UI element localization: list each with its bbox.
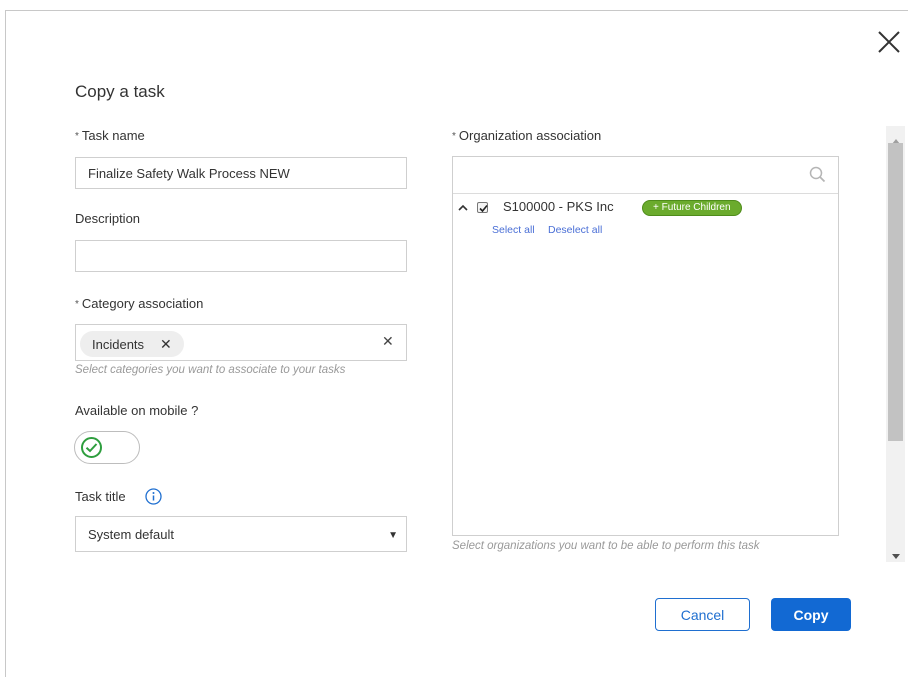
task-name-label-text: Task name [81, 128, 145, 143]
category-label: * Category association [75, 296, 203, 311]
chevron-up-icon[interactable] [457, 201, 469, 219]
dialog-border-top [5, 10, 908, 11]
task-title-select[interactable]: System default ▼ [75, 516, 407, 552]
scrollbar-thumb[interactable] [888, 143, 903, 441]
dialog-border-left [5, 10, 6, 677]
task-name-input[interactable]: Finalize Safety Walk Process NEW [75, 157, 407, 189]
search-icon[interactable] [809, 166, 826, 188]
organization-label-text: Organization association [458, 128, 602, 143]
category-chip-label: Incidents [92, 336, 145, 352]
category-hint: Select categories you want to associate … [75, 364, 346, 376]
organization-label: * Organization association [452, 128, 601, 143]
task-title-label: Task title [75, 489, 126, 504]
chip-remove-icon[interactable]: ✕ [160, 336, 172, 353]
dialog-title: Copy a task [75, 82, 165, 101]
description-label: Description [75, 211, 141, 226]
organization-tree-item: S100000 - PKS Inc + Future Children [453, 199, 838, 219]
required-mark: * [75, 131, 79, 142]
mobile-label: Available on mobile ? [75, 403, 199, 418]
close-icon[interactable] [876, 29, 902, 55]
required-mark: * [452, 131, 456, 142]
organization-name: S100000 - PKS Inc [503, 199, 614, 214]
select-all-link[interactable]: Select all [492, 224, 535, 236]
organization-search-input[interactable] [453, 157, 838, 194]
future-children-badge[interactable]: + Future Children [642, 200, 742, 216]
category-label-text: Category association [81, 296, 204, 311]
deselect-all-link[interactable]: Deselect all [548, 224, 602, 236]
description-input[interactable] [75, 240, 407, 272]
task-title-selected: System default [88, 526, 174, 542]
organization-hint: Select organizations you want to be able… [452, 540, 760, 552]
info-icon[interactable] [145, 488, 162, 505]
task-name-value: Finalize Safety Walk Process NEW [88, 165, 290, 181]
dropdown-caret-icon: ▼ [388, 530, 398, 541]
scroll-down-arrow-icon[interactable] [892, 546, 900, 564]
organization-panel: S100000 - PKS Inc + Future Children Sele… [452, 156, 839, 536]
category-chip: Incidents ✕ [80, 331, 184, 357]
clear-categories-icon[interactable]: ✕ [382, 333, 394, 350]
required-mark: * [75, 299, 79, 310]
copy-button[interactable]: Copy [771, 598, 851, 631]
mobile-toggle[interactable] [74, 431, 140, 464]
task-name-label: * Task name [75, 128, 145, 143]
check-circle-icon [80, 436, 103, 464]
cancel-button[interactable]: Cancel [655, 598, 750, 631]
organization-checkbox[interactable] [477, 202, 488, 213]
